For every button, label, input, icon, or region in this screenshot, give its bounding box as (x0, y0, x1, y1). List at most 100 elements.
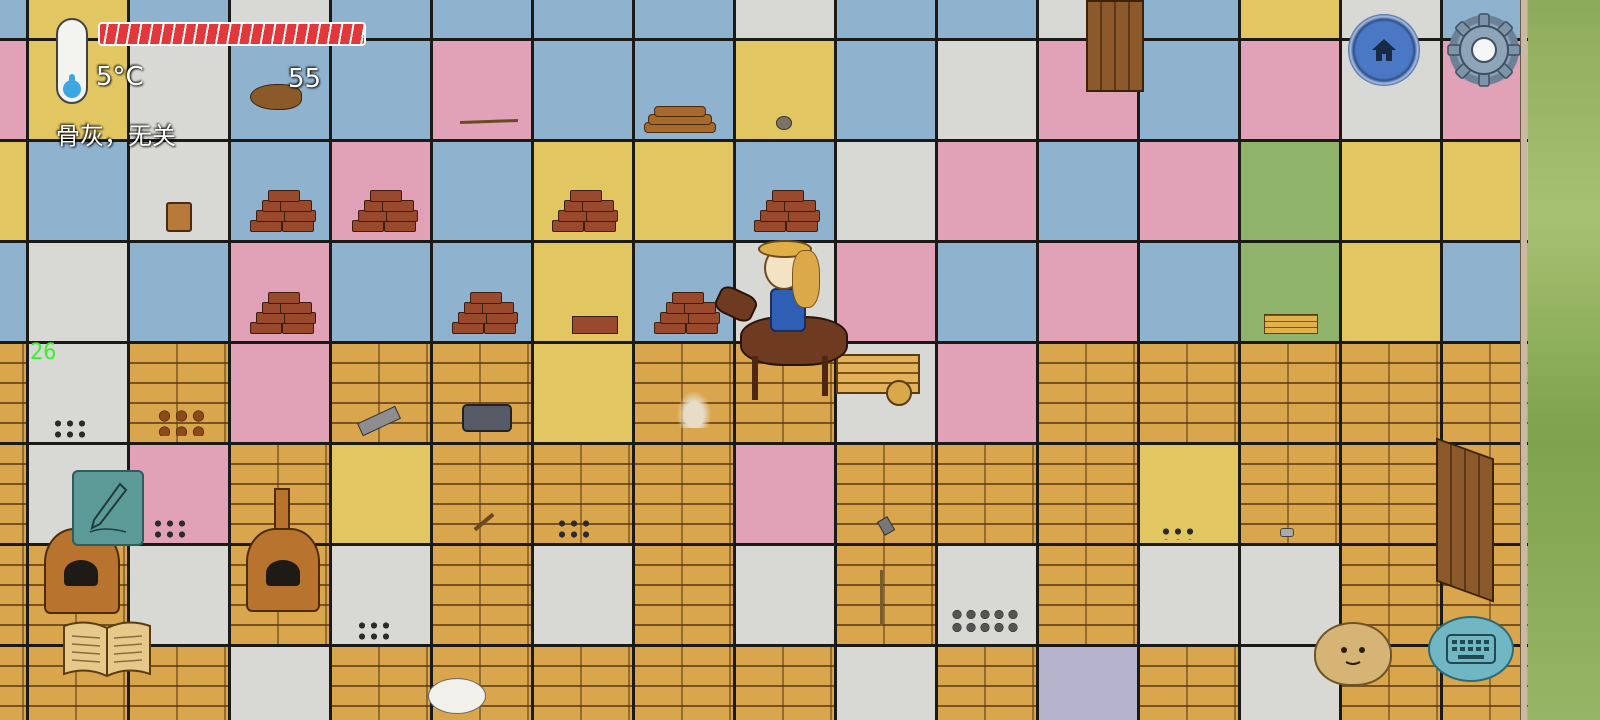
floor-tile[interactable] (1138, 342, 1240, 444)
floor-tile[interactable] (835, 0, 937, 40)
floor-tile[interactable] (835, 39, 937, 141)
floor-tile[interactable] (1037, 241, 1139, 343)
floor-tile[interactable] (330, 645, 432, 720)
floor-tile[interactable] (1037, 645, 1139, 720)
clay-bucket[interactable] (166, 202, 192, 232)
floor-tile[interactable] (734, 443, 836, 545)
floor-tile[interactable] (1239, 0, 1341, 40)
boards[interactable] (1264, 314, 1318, 334)
floor-tile[interactable] (1340, 140, 1442, 242)
ink-bottle[interactable] (462, 404, 512, 432)
adobe-brick-stack[interactable] (650, 288, 720, 334)
charcoal-pile[interactable] (152, 518, 188, 540)
floor-tile[interactable] (0, 140, 28, 242)
floor-tile[interactable] (936, 0, 1038, 40)
ore-pile[interactable] (950, 608, 1018, 634)
adobe-brick-stack[interactable] (448, 288, 518, 334)
sapling[interactable] (672, 384, 716, 428)
player-on-horse-cart[interactable] (711, 240, 922, 410)
floor-tile[interactable] (1340, 443, 1442, 545)
nut-pile[interactable] (156, 408, 208, 436)
floor-tile[interactable] (1239, 342, 1341, 444)
floor-tile[interactable] (1037, 443, 1139, 545)
floor-tile[interactable] (330, 241, 432, 343)
floor-tile[interactable] (633, 140, 735, 242)
floor-tile[interactable] (128, 241, 230, 343)
wooden-door-top[interactable] (1086, 0, 1144, 92)
floor-tile[interactable] (936, 241, 1038, 343)
floor-tile[interactable] (1138, 39, 1240, 141)
stone-chunk[interactable] (776, 116, 792, 130)
floor-tile[interactable] (1138, 140, 1240, 242)
floor-tile[interactable] (936, 443, 1038, 545)
floor-tile[interactable] (330, 39, 432, 141)
floor-tile[interactable] (936, 342, 1038, 444)
floor-tile[interactable] (835, 544, 937, 646)
floor-tile[interactable] (633, 443, 735, 545)
floor-tile[interactable] (633, 645, 735, 720)
floor-tile[interactable] (1239, 39, 1341, 141)
floor-tile[interactable] (431, 544, 533, 646)
floor-tile[interactable] (532, 342, 634, 444)
floor-tile[interactable] (0, 39, 28, 141)
floor-tile[interactable] (633, 0, 735, 40)
floor-tile[interactable] (1037, 140, 1139, 242)
adobe-brick-stack[interactable] (246, 288, 316, 334)
flint[interactable] (1280, 528, 1294, 537)
floor-tile[interactable] (835, 645, 937, 720)
stake[interactable] (880, 570, 883, 626)
floor-tile[interactable] (936, 140, 1038, 242)
floor-tile[interactable] (835, 140, 937, 242)
charcoal-pile[interactable] (556, 518, 592, 540)
floor-tile[interactable] (532, 0, 634, 40)
emote-button[interactable] (1314, 622, 1392, 686)
firewood-pile[interactable] (644, 106, 716, 136)
floor-tile[interactable] (734, 645, 836, 720)
floor-tile[interactable] (431, 0, 533, 40)
adobe-brick-stack[interactable] (750, 186, 820, 232)
adobe-brick-stack[interactable] (548, 186, 618, 232)
floor-tile[interactable] (1138, 241, 1240, 343)
floor-tile[interactable] (0, 241, 28, 343)
floor-tile[interactable] (330, 443, 432, 545)
note-button[interactable] (72, 470, 144, 546)
floor-tile[interactable] (1340, 342, 1442, 444)
settings-button[interactable] (1446, 12, 1522, 88)
floor-tile[interactable] (1340, 241, 1442, 343)
floor-tile[interactable] (431, 140, 533, 242)
charcoal-pile[interactable] (1160, 526, 1198, 540)
floor-tile[interactable] (1037, 342, 1139, 444)
adobe-brick-stack[interactable] (246, 186, 316, 232)
floor-tile[interactable] (734, 0, 836, 40)
floor-tile[interactable] (633, 544, 735, 646)
floor-tile[interactable] (229, 645, 331, 720)
floor-tile[interactable] (0, 342, 28, 444)
floor-tile[interactable] (1037, 544, 1139, 646)
floor-tile[interactable] (1239, 140, 1341, 242)
sheep-fleece[interactable] (428, 678, 486, 714)
home-button[interactable] (1348, 14, 1420, 86)
floor-tile[interactable] (936, 39, 1038, 141)
floor-tile[interactable] (532, 39, 634, 141)
floor-tile[interactable] (936, 645, 1038, 720)
floor-tile[interactable] (1138, 645, 1240, 720)
charcoal-pile[interactable] (356, 620, 392, 642)
floor-tile[interactable] (330, 342, 432, 444)
floor-tile[interactable] (431, 443, 533, 545)
charcoal-pile[interactable] (52, 418, 88, 440)
floor-tile[interactable] (229, 342, 331, 444)
wooden-door-right[interactable] (1436, 437, 1494, 603)
floor-tile[interactable] (0, 0, 28, 40)
floor-tile[interactable] (1138, 544, 1240, 646)
clay-chunk[interactable] (572, 316, 618, 334)
game-world[interactable] (0, 0, 1600, 720)
floor-tile[interactable] (27, 241, 129, 343)
floor-tile[interactable] (0, 443, 28, 545)
kiln[interactable] (246, 488, 320, 612)
floor-tile[interactable] (0, 544, 28, 646)
floor-tile[interactable] (734, 544, 836, 646)
adobe-brick-stack[interactable] (348, 186, 418, 232)
floor-tile[interactable] (532, 645, 634, 720)
keyboard-button[interactable] (1428, 616, 1514, 682)
floor-tile[interactable] (431, 39, 533, 141)
